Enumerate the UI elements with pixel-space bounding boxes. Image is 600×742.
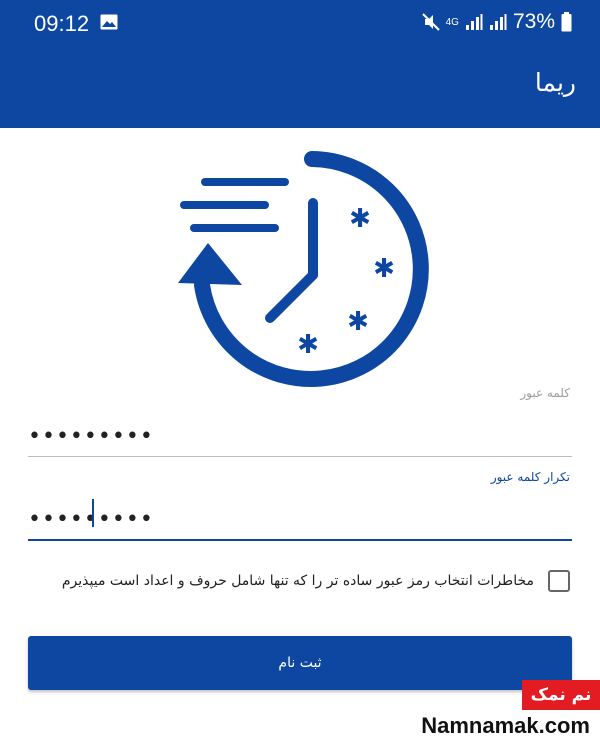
signal-icon — [489, 14, 507, 30]
app-bar: ریما — [0, 46, 600, 128]
status-time: 09:12 — [34, 11, 90, 36]
status-icons: 4G 73% — [421, 10, 572, 34]
app-title: ریما — [534, 68, 576, 97]
svg-text:✱: ✱ — [373, 254, 395, 284]
mute-icon — [421, 13, 440, 31]
gallery-icon — [100, 14, 118, 30]
network-type: 4G — [445, 16, 459, 28]
password-label: کلمه عبور — [520, 386, 570, 400]
battery-percent: 73% — [512, 10, 555, 33]
battery-icon — [561, 12, 572, 32]
watermark-badge: نم نمک — [522, 680, 600, 710]
text-cursor — [92, 499, 94, 527]
status-bar: 09:12 4G 73% — [0, 0, 600, 46]
agree-checkbox[interactable] — [548, 570, 570, 592]
signal-icon — [465, 14, 483, 30]
svg-text:✱: ✱ — [349, 204, 371, 234]
clock-history-icon: ✱ ✱ ✱ ✱ — [178, 151, 429, 387]
confirm-password-field[interactable] — [28, 499, 572, 541]
agree-label: مخاطرات انتخاب رمز عبور ساده تر را که تن… — [61, 573, 534, 589]
register-button[interactable]: ثبت نام — [28, 636, 572, 690]
watermark-site: Namnamak.com — [417, 710, 594, 742]
svg-text:✱: ✱ — [297, 330, 319, 360]
agree-row[interactable]: مخاطرات انتخاب رمز عبور ساده تر را که تن… — [30, 566, 570, 596]
password-field[interactable] — [28, 416, 572, 457]
svg-text:✱: ✱ — [347, 307, 369, 337]
confirm-password-label: تکرار کلمه عبور — [490, 470, 570, 484]
